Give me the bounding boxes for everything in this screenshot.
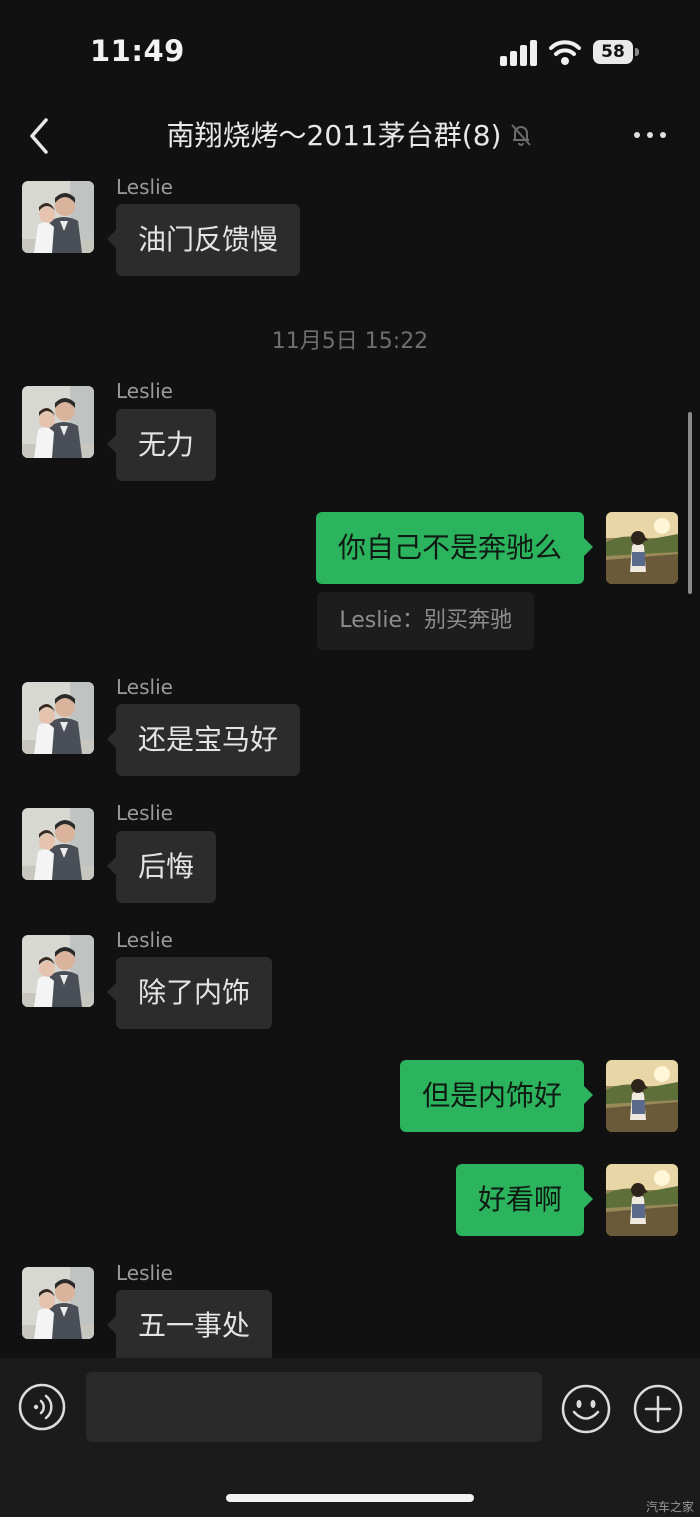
battery-icon: 58 [593,40,639,64]
home-indicator[interactable] [226,1494,474,1502]
sender-name: Leslie [116,928,173,952]
message-bubble-received[interactable]: 无力 [106,409,217,481]
message-timestamp: 11月5日 15:22 [271,329,429,354]
avatar-leslie[interactable] [22,386,94,458]
message-bubble-sent[interactable]: 好看啊 [455,1164,594,1236]
message-list[interactable]: Leslie 油门反馈慢 11月5日 15:22 Leslie 无力 你自己不是… [0,172,700,1358]
message-input[interactable] [86,1372,542,1442]
message-bubble-received[interactable]: 除了内饰 [106,957,273,1029]
message-bubble-received[interactable]: 油门反馈慢 [106,204,301,276]
battery-level: 58 [601,42,625,62]
input-bar [0,1358,700,1517]
cellular-signal-icon [500,40,537,66]
message-bubble-received[interactable]: 还是宝马好 [106,704,301,776]
add-attachment-button[interactable] [632,1383,684,1435]
quoted-message[interactable]: Leslie：别买奔驰 [317,592,534,650]
emoji-button[interactable] [560,1383,612,1435]
avatar-leslie[interactable] [22,682,94,754]
status-time: 11:49 [90,34,185,68]
status-bar: 11:49 58 [0,0,700,100]
chat-header: 南翔烧烤～2011茅台群(8) [0,100,700,172]
wifi-icon [549,40,581,65]
sender-name: Leslie [116,675,173,699]
message-bubble-sent[interactable]: 你自己不是奔驰么 [315,512,594,584]
more-options-button[interactable] [630,124,670,146]
avatar-self[interactable] [606,512,678,584]
avatar-leslie[interactable] [22,935,94,1007]
sender-name: Leslie [116,379,173,403]
avatar-leslie[interactable] [22,1267,94,1339]
avatar-leslie[interactable] [22,181,94,253]
avatar-self[interactable] [606,1060,678,1132]
voice-input-button[interactable] [18,1383,66,1431]
message-bubble-received[interactable]: 后悔 [106,831,217,903]
sender-name: Leslie [116,801,173,825]
chat-title-wrap: 南翔烧烤～2011茅台群(8) [120,114,580,154]
back-button[interactable] [24,114,56,158]
sender-name: Leslie [116,1261,173,1285]
message-bubble-sent[interactable]: 但是内饰好 [399,1060,594,1132]
sender-name: Leslie [116,175,173,199]
mute-bell-icon [511,124,532,146]
chat-title: 南翔烧烤～2011茅台群(8) [166,119,502,152]
message-bubble-received[interactable]: 五一事处 [106,1290,273,1358]
avatar-leslie[interactable] [22,808,94,880]
avatar-self[interactable] [606,1164,678,1236]
watermark: 汽车之家 [646,1500,695,1514]
